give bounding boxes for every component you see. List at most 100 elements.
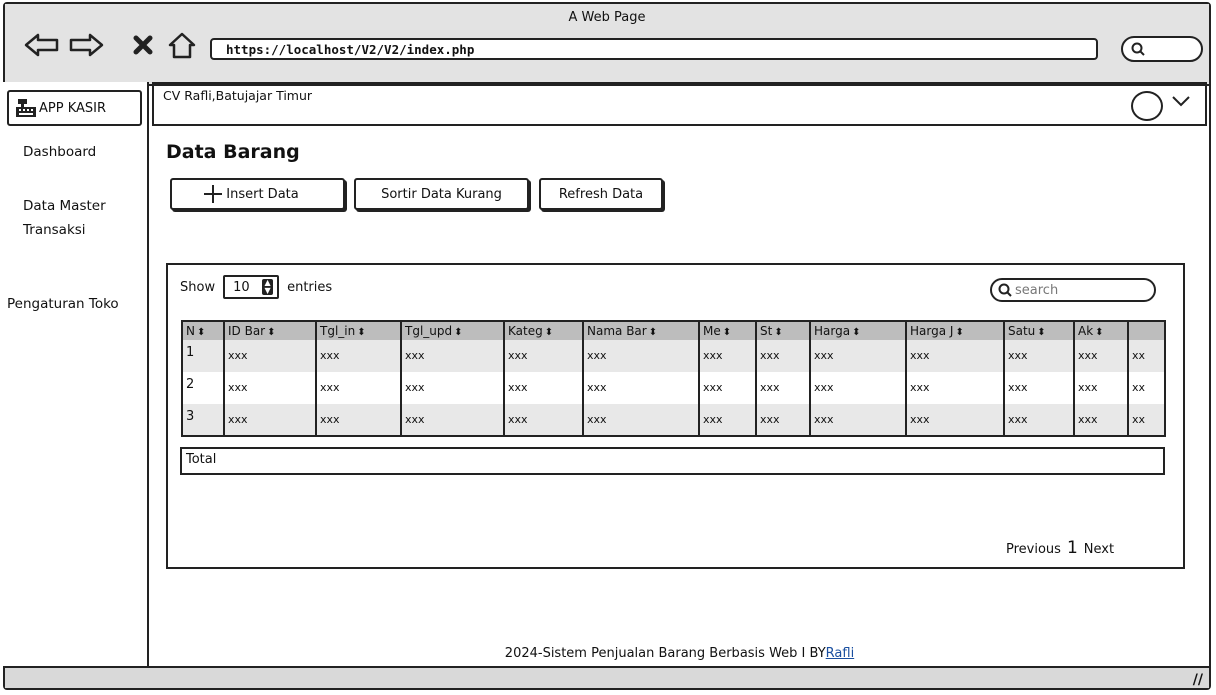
table-cell: xxx [401, 372, 505, 404]
previous-button[interactable]: Previous [1006, 542, 1061, 557]
table-cell: xxx [756, 404, 811, 436]
column-header[interactable]: Harga J ⬍ [906, 321, 1005, 340]
column-header[interactable]: Harga ⬍ [810, 321, 907, 340]
table-cell: xxx [504, 340, 584, 372]
table-cell: xxx [1004, 372, 1075, 404]
column-header[interactable]: Ak ⬍ [1074, 321, 1129, 340]
table-cell: 3 [182, 404, 225, 436]
table-cell: xx [1128, 372, 1166, 404]
column-header[interactable] [1128, 321, 1166, 340]
close-icon[interactable] [130, 30, 156, 60]
table-cell: xxx [504, 372, 584, 404]
window-title: A Web Page [568, 10, 646, 25]
data-table-panel: Show 10 ▲ ▼ entries search N ⬍ ID Bar ⬍ Tgl_i… [166, 263, 1185, 569]
sort-icon: ⬍ [774, 327, 783, 338]
chevron-down-icon[interactable] [1171, 92, 1191, 113]
search-icon [1131, 42, 1145, 56]
insert-data-button[interactable]: Insert Data [170, 178, 345, 210]
sidebar-item-transaksi[interactable]: Transaksi [23, 218, 86, 242]
table-cell: xxx [906, 404, 1005, 436]
column-header[interactable]: Kateg ⬍ [504, 321, 584, 340]
table-cell: xxx [583, 404, 700, 436]
table-cell: xxx [1004, 340, 1075, 372]
spinner-icon: ▲ ▼ [262, 279, 274, 295]
forward-icon[interactable] [67, 30, 105, 60]
sort-icon: ⬍ [1037, 327, 1046, 338]
sort-icon: ⬍ [454, 327, 463, 338]
browser-search-field[interactable] [1121, 36, 1203, 62]
column-header-label: Satu [1008, 324, 1036, 338]
table-cell: xxx [583, 340, 700, 372]
table-cell: xxx [756, 372, 811, 404]
avatar[interactable] [1131, 91, 1163, 121]
sidebar-item-data-master[interactable]: Data Master [23, 194, 106, 218]
status-bar: // [5, 666, 1209, 688]
insert-data-label: Insert Data [226, 186, 299, 202]
table-cell: xxx [699, 404, 757, 436]
table-cell: xxx [224, 340, 317, 372]
table-cell: xxx [583, 372, 700, 404]
search-icon [998, 283, 1012, 297]
sort-icon: ⬍ [267, 327, 276, 338]
table-cell: xxx [316, 372, 402, 404]
refresh-data-button[interactable]: Refresh Data [539, 178, 663, 210]
table-search-input[interactable]: search [990, 278, 1156, 302]
column-header-label: Tgl_in [320, 324, 356, 338]
home-icon[interactable] [165, 30, 199, 60]
sort-data-button[interactable]: Sortir Data Kurang [354, 178, 529, 210]
entries-label: entries [287, 279, 333, 295]
table-cell: xxx [699, 372, 757, 404]
table-cell: xxx [906, 340, 1005, 372]
table-cell: xxx [810, 404, 907, 436]
table-body: 1 xxx xxx xxx xxx xxx xxx xxx xxx xxx xxx xxx xx 2 xxx… [182, 340, 1166, 436]
sidebar-item-pengaturan-toko[interactable]: Pengaturan Toko [7, 292, 119, 316]
table-cell: xxx [810, 372, 907, 404]
column-header[interactable]: St ⬍ [756, 321, 811, 340]
table-cell: 2 [182, 372, 225, 404]
column-header[interactable]: N ⬍ [182, 321, 225, 340]
table-cell: xxx [1004, 404, 1075, 436]
search-placeholder: search [1015, 282, 1059, 298]
sidebar-item-dashboard[interactable]: Dashboard [23, 140, 96, 164]
entries-value: 10 [233, 279, 250, 295]
brand[interactable]: APP KASIR [7, 90, 142, 126]
table-cell: xxx [316, 404, 402, 436]
table-cell: xxx [401, 340, 505, 372]
table-cell: xxx [224, 404, 317, 436]
column-header[interactable]: Satu ⬍ [1004, 321, 1075, 340]
table-cell: xxx [401, 404, 505, 436]
table-row[interactable]: 3 xxx xxx xxx xxx xxx xxx xxx xxx xxx xxx xxx xx [182, 404, 1166, 436]
column-header-label: ID Bar [228, 324, 266, 338]
table-row[interactable]: 2 xxx xxx xxx xxx xxx xxx xxx xxx xxx xxx xxx xx [182, 372, 1166, 404]
next-button[interactable]: Next [1084, 542, 1114, 557]
pagination: Previous 1 Next [1006, 538, 1114, 558]
column-header[interactable]: Nama Bar ⬍ [583, 321, 700, 340]
table-cell: xx [1128, 340, 1166, 372]
plus-icon [204, 185, 223, 203]
table-cell: xxx [756, 340, 811, 372]
footer-text: 2024-Sistem Penjualan Barang Berbasis We… [504, 646, 826, 661]
back-icon[interactable] [23, 30, 61, 60]
author-link[interactable]: Rafli [826, 646, 855, 661]
sort-icon: ⬍ [955, 327, 964, 338]
column-header[interactable]: ID Bar ⬍ [224, 321, 317, 340]
column-header[interactable]: Tgl_in ⬍ [316, 321, 402, 340]
footer: 2024-Sistem Penjualan Barang Berbasis We… [152, 646, 1207, 661]
column-header[interactable]: Me ⬍ [699, 321, 757, 340]
sort-icon: ⬍ [544, 327, 554, 338]
data-table: N ⬍ ID Bar ⬍ Tgl_in ⬍ Tgl_upd ⬍ Kateg ⬍ Nama Bar ⬍ M… [181, 320, 1166, 437]
sidebar: APP KASIR Dashboard Data Master Transaks… [0, 82, 149, 666]
table-cell: xxx [1074, 404, 1129, 436]
column-header-label: Harga J [910, 324, 954, 338]
entries-select[interactable]: 10 ▲ ▼ [223, 275, 280, 299]
address-bar[interactable]: https://localhost/V2/V2/index.php [210, 38, 1098, 60]
page-number-button[interactable]: 1 [1067, 538, 1078, 558]
column-header[interactable]: Tgl_upd ⬍ [401, 321, 505, 340]
top-bar: CV Rafli,Batujajar Timur [152, 82, 1207, 126]
brand-name: APP KASIR [39, 100, 107, 116]
sort-icon: ⬍ [722, 327, 732, 338]
table-row[interactable]: 1 xxx xxx xxx xxx xxx xxx xxx xxx xxx xxx xxx xx [182, 340, 1166, 372]
sort-icon: ⬍ [648, 327, 658, 338]
sort-icon: ⬍ [196, 327, 206, 338]
resize-grip-icon[interactable]: // [1193, 672, 1203, 688]
